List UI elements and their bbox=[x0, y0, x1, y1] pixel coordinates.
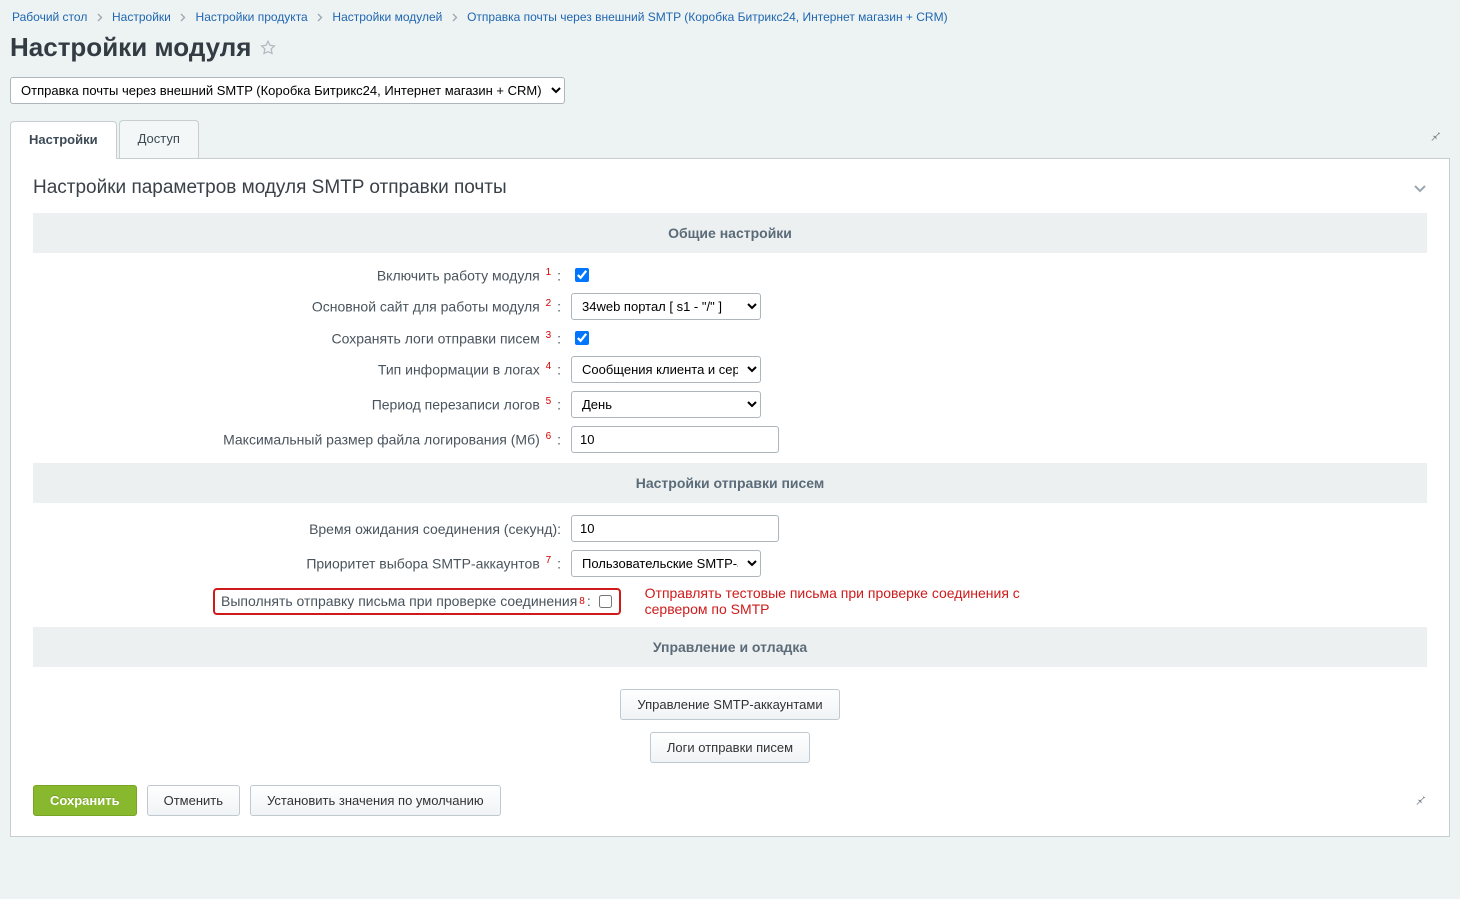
footnote-marker: 3 bbox=[546, 330, 552, 341]
timeout-input[interactable] bbox=[571, 515, 779, 542]
tab-access[interactable]: Доступ bbox=[119, 120, 199, 158]
chevron-right-icon bbox=[317, 13, 323, 22]
log-type-select[interactable]: Сообщения клиента и серве bbox=[571, 356, 761, 383]
breadcrumb-link[interactable]: Отправка почты через внешний SMTP (Короб… bbox=[467, 10, 948, 24]
callout-text: Отправлять тестовые письма при проверке … bbox=[645, 585, 1085, 617]
test-send-checkbox[interactable] bbox=[599, 595, 612, 608]
main-site-select[interactable]: 34web портал [ s1 - "/" ] bbox=[571, 293, 761, 320]
field-label: Включить работу модуля bbox=[377, 267, 540, 283]
favorite-star-icon[interactable] bbox=[259, 39, 277, 57]
field-label: Период перезаписи логов bbox=[372, 397, 540, 413]
breadcrumb: Рабочий стол Настройки Настройки продукт… bbox=[10, 0, 1450, 30]
field-label: Время ожидания соединения (секунд): bbox=[309, 521, 561, 537]
module-select[interactable]: Отправка почты через внешний SMTP (Короб… bbox=[10, 77, 565, 104]
footnote-marker: 6 bbox=[546, 431, 552, 442]
footnote-marker: 1 bbox=[546, 267, 552, 278]
footnote-marker: 8 bbox=[579, 596, 585, 607]
breadcrumb-link[interactable]: Настройки bbox=[112, 10, 171, 24]
breadcrumb-link[interactable]: Настройки модулей bbox=[332, 10, 442, 24]
chevron-right-icon bbox=[97, 13, 103, 22]
field-label: Основной сайт для работы модуля bbox=[312, 299, 540, 315]
chevron-right-icon bbox=[180, 13, 186, 22]
restore-defaults-button[interactable]: Установить значения по умолчанию bbox=[250, 785, 501, 816]
breadcrumb-link[interactable]: Настройки продукта bbox=[196, 10, 308, 24]
settings-panel: Настройки параметров модуля SMTP отправк… bbox=[10, 159, 1450, 837]
section-general: Общие настройки bbox=[33, 213, 1427, 253]
footnote-marker: 4 bbox=[546, 361, 552, 372]
breadcrumb-link[interactable]: Рабочий стол bbox=[12, 10, 87, 24]
send-logs-button[interactable]: Логи отправки писем bbox=[650, 732, 810, 763]
field-label: Тип информации в логах bbox=[378, 362, 540, 378]
footnote-marker: 2 bbox=[546, 298, 552, 309]
cancel-button[interactable]: Отменить bbox=[147, 785, 240, 816]
tab-settings[interactable]: Настройки bbox=[10, 121, 117, 159]
field-label: Максимальный размер файла логирования (М… bbox=[223, 432, 540, 448]
pin-icon[interactable] bbox=[1428, 128, 1450, 151]
section-debug: Управление и отладка bbox=[33, 627, 1427, 667]
save-button[interactable]: Сохранить bbox=[33, 785, 137, 816]
manage-accounts-button[interactable]: Управление SMTP-аккаунтами bbox=[620, 689, 839, 720]
footnote-marker: 5 bbox=[546, 396, 552, 407]
chevron-right-icon bbox=[452, 13, 458, 22]
section-send: Настройки отправки писем bbox=[33, 463, 1427, 503]
save-logs-checkbox[interactable] bbox=[575, 331, 589, 345]
field-label: Выполнять отправку письма при проверке с… bbox=[221, 593, 577, 609]
log-period-select[interactable]: День bbox=[571, 391, 761, 418]
enable-module-checkbox[interactable] bbox=[575, 268, 589, 282]
log-size-input[interactable] bbox=[571, 426, 779, 453]
field-label: Сохранять логи отправки писем bbox=[331, 330, 539, 346]
field-label: Приоритет выбора SMTP-аккаунтов bbox=[306, 556, 539, 572]
collapse-icon[interactable] bbox=[1413, 181, 1427, 196]
footnote-marker: 7 bbox=[546, 555, 552, 566]
panel-title: Настройки параметров модуля SMTP отправк… bbox=[33, 177, 507, 199]
priority-select[interactable]: Пользовательские SMTP-ак bbox=[571, 550, 761, 577]
highlighted-field: Выполнять отправку письма при проверке с… bbox=[213, 588, 621, 615]
page-title: Настройки модуля bbox=[10, 32, 251, 63]
pin-icon[interactable] bbox=[1413, 792, 1427, 809]
